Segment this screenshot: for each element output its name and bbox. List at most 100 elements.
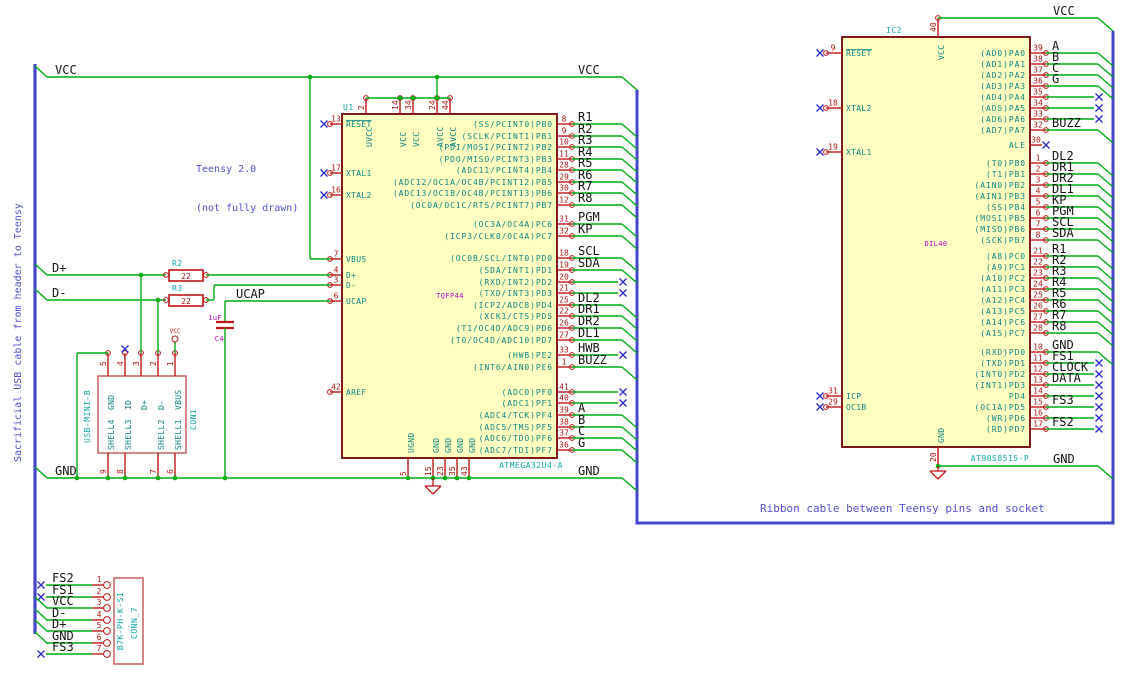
- net-label-D+[interactable]: D+: [52, 261, 66, 275]
- u1-pin-name-43: GND: [468, 438, 477, 453]
- c4-value[interactable]: 1uF: [208, 314, 222, 322]
- ic2-value[interactable]: AT90S8515-P: [971, 454, 1029, 463]
- ic2-pin-name-29: OC1B: [846, 403, 866, 412]
- net-label-DL1[interactable]: DL1: [578, 326, 600, 340]
- u1-pin-number-20: 20: [559, 273, 569, 282]
- net-label-SDA[interactable]: SDA: [578, 256, 600, 270]
- ic2-pin-number-5: 5: [1036, 198, 1041, 207]
- ground-symbol: [424, 485, 434, 495]
- u1-pin-name-28: (ADC11/PCINT4)PB4: [456, 166, 553, 175]
- bus-entry: [621, 257, 638, 272]
- u1-pin-number-39: 39: [559, 406, 569, 415]
- ic2-pin-number-10: 10: [1033, 343, 1043, 352]
- bus-entry: [621, 235, 638, 250]
- u1-pin-number-11: 11: [559, 150, 569, 159]
- ic2-pin-name-26: (A13)PC5: [980, 307, 1026, 316]
- power-label-vcc-right[interactable]: VCC: [578, 63, 600, 77]
- bus-entry: [34, 288, 48, 301]
- ic2-pin-name-36: (AD3)PA3: [980, 82, 1026, 91]
- net-label-ic2-R8[interactable]: R8: [1052, 319, 1066, 333]
- ic2-pin-name-39: (AD0)PA0: [980, 49, 1026, 58]
- power-label-vcc-ic2[interactable]: VCC: [1053, 4, 1075, 18]
- power-label-vcc-left[interactable]: VCC: [55, 63, 77, 77]
- ic2-pin-number-36: 36: [1033, 77, 1043, 86]
- net-label-R8[interactable]: R8: [578, 191, 592, 205]
- note-teensy-line2: (not fully drawn): [196, 203, 299, 214]
- u1-pin-number-35: 35: [448, 466, 457, 476]
- bus-entry: [1097, 173, 1114, 188]
- ic2-pin-name-12: (INT0)PD2: [975, 370, 1026, 379]
- net-label-ic2-G[interactable]: G: [1052, 72, 1059, 86]
- net-label-conn7-FS3[interactable]: FS3: [52, 640, 74, 654]
- r2-reference[interactable]: R2: [172, 259, 183, 268]
- u1-pin-name-23: GND: [444, 438, 453, 453]
- junction-dot: [410, 95, 416, 101]
- ic2-pin-name-18: XTAL2: [846, 104, 872, 113]
- net-label-ic2-FS2[interactable]: FS2: [1052, 415, 1074, 429]
- note-ribbon: Ribbon cable between Teensy pins and soc…: [760, 502, 1045, 515]
- con1-pin-number-1: 1: [166, 361, 175, 366]
- net-label-G[interactable]: G: [578, 436, 585, 450]
- power-label-gnd-ic2[interactable]: GND: [1053, 452, 1075, 466]
- u1-pin-name-25: (ICP2/ADC8)PD4: [473, 301, 553, 310]
- net-label-ic2-BUZZ[interactable]: BUZZ: [1052, 116, 1081, 130]
- u1-pin-number-5: 5: [399, 471, 408, 476]
- ic2-pin-number-26: 26: [1033, 302, 1043, 311]
- con1-pin-name-2: D-: [157, 400, 166, 410]
- note-left-cable: Sacrificial USB cable from header to Tee…: [13, 203, 24, 462]
- bus-entry: [1097, 310, 1114, 325]
- u1-pin-number-13: 13: [331, 115, 341, 124]
- con1-pin-name-3: D+: [140, 400, 149, 410]
- junction-dot: [466, 475, 472, 481]
- r3-value[interactable]: 22: [181, 297, 191, 306]
- bus-entry: [1097, 255, 1114, 270]
- u1-reference[interactable]: U1: [343, 103, 354, 112]
- bus-entry: [621, 223, 638, 238]
- con1-value[interactable]: USB-MINI-B: [83, 390, 92, 443]
- conn7-value[interactable]: B7K-PH-K-S1: [116, 592, 125, 650]
- net-label-D-[interactable]: D-: [52, 286, 66, 300]
- bus-entry: [1097, 277, 1114, 292]
- ic2-pin-name-1: (T0)PB0: [986, 159, 1026, 168]
- bus-entry: [1097, 217, 1114, 232]
- r3-reference[interactable]: R3: [172, 284, 183, 293]
- u1-pin-number-18: 18: [559, 249, 569, 258]
- net-label-UCAP[interactable]: UCAP: [236, 287, 265, 301]
- con1-pin-name-1: VBUS: [174, 390, 183, 410]
- c4-reference[interactable]: C4: [215, 335, 224, 343]
- bus-entry: [1097, 266, 1114, 281]
- net-label-BUZZ[interactable]: BUZZ: [578, 353, 607, 367]
- ic2-pin-name-20: GND: [937, 428, 946, 443]
- u1-pin-name-40: (ADC1)PF1: [502, 399, 553, 408]
- u1-footprint: TQFP44: [436, 292, 464, 300]
- pin-end: [103, 627, 111, 635]
- ic2-pin-name-13: (INT1)PD3: [975, 381, 1026, 390]
- con1-reference[interactable]: CON1: [189, 409, 198, 430]
- u1-pin-number-14: 14: [391, 100, 400, 110]
- power-label-gnd-right[interactable]: GND: [578, 464, 600, 478]
- bus-entry: [621, 76, 638, 91]
- net-label-ic2-FS3[interactable]: FS3: [1052, 393, 1074, 407]
- ground-symbol: [937, 470, 947, 480]
- power-label-gnd-left[interactable]: GND: [55, 464, 77, 478]
- ic2-pin-number-1: 1: [1036, 154, 1041, 163]
- ic2-reference[interactable]: IC2: [886, 26, 902, 35]
- u1-value[interactable]: ATMEGA32U4-A: [499, 461, 563, 470]
- net-label-ic2-SDA[interactable]: SDA: [1052, 226, 1074, 240]
- ic2-pin-name-24: (A11)PC3: [980, 285, 1026, 294]
- ic2-pin-name-25: (A12)PC4: [980, 296, 1026, 305]
- pin-end: [103, 604, 111, 612]
- ic2-pin-number-34: 34: [1033, 99, 1043, 108]
- net-label-ic2-DATA[interactable]: DATA: [1052, 371, 1082, 385]
- u1-pin-name-35: GND: [456, 438, 465, 453]
- ic2-pin-name-35: (AD4)PA4: [980, 93, 1026, 102]
- net-label-KP[interactable]: KP: [578, 222, 592, 236]
- r2-value[interactable]: 22: [181, 272, 191, 281]
- junction-dot: [434, 95, 440, 101]
- ic2-pin-number-33: 33: [1033, 110, 1043, 119]
- u1-pin-name-32: (ICP3/CLK0/OC4A)PC7: [444, 232, 553, 241]
- conn7-pin-number-5: 5: [97, 621, 102, 630]
- conn7-reference[interactable]: CONN_7: [130, 607, 139, 639]
- ic2-pin-name-6: (MOSI)PB5: [975, 214, 1026, 223]
- u1-pin-number-1: 1: [562, 358, 567, 367]
